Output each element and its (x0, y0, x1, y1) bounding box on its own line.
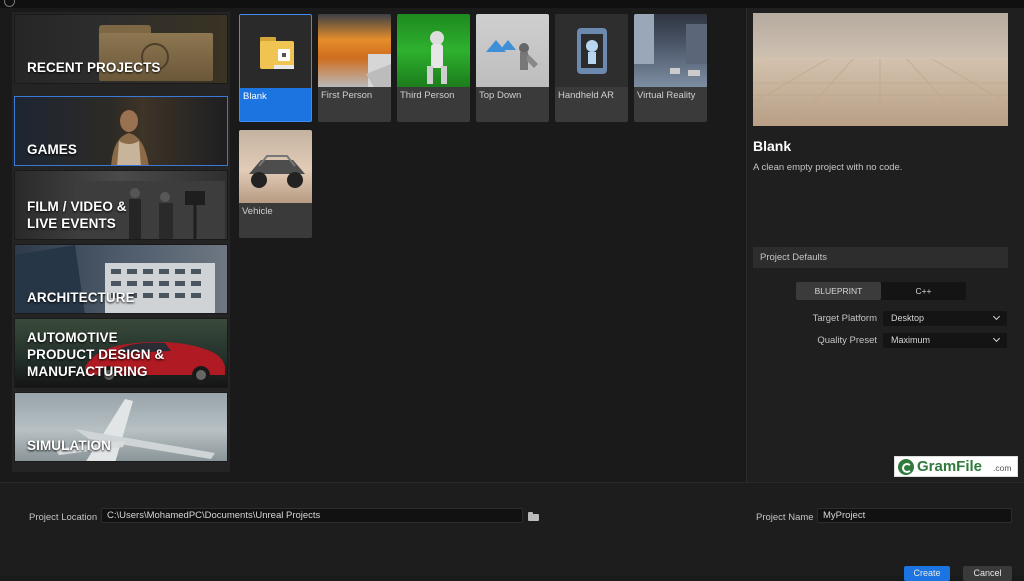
watermark-text: GramFile (917, 458, 983, 475)
bottom-bar: Project Location C:\Users\MohamedPC\Docu… (0, 482, 1024, 581)
details-panel: Blank A clean empty project with no code… (746, 8, 1024, 482)
template-preview-image (753, 13, 1008, 126)
create-button[interactable]: Create (904, 566, 950, 581)
template-tile-vehicle[interactable]: Vehicle (239, 130, 312, 238)
template-name: First Person (321, 90, 373, 101)
category-label: AUTOMOTIVE PRODUCT DESIGN & MANUFACTURIN… (27, 330, 165, 379)
category-recent-projects[interactable]: RECENT PROJECTS (14, 14, 228, 84)
template-name: Third Person (400, 90, 455, 101)
watermark-suffix: .com (993, 463, 1012, 473)
language-toggle: BLUEPRINT C++ (796, 282, 966, 300)
project-defaults-header: Project Defaults (753, 247, 1008, 268)
watermark-icon (898, 459, 914, 475)
category-games[interactable]: GAMES (14, 96, 228, 166)
category-automotive[interactable]: AUTOMOTIVE PRODUCT DESIGN & MANUFACTURIN… (14, 318, 228, 388)
target-platform-label: Target Platform (812, 313, 877, 324)
template-tile-third-person[interactable]: Third Person (397, 14, 470, 122)
vehicle-image (249, 155, 305, 188)
category-panel: RECENT PROJECTS GAMES FILM / VIDEO & LIV… (12, 12, 230, 472)
quality-preset-label: Quality Preset (817, 335, 877, 346)
target-platform-value: Desktop (891, 313, 925, 323)
browse-folder-icon[interactable] (528, 512, 539, 521)
template-tile-first-person[interactable]: First Person (318, 14, 391, 122)
project-location-label: Project Location (29, 512, 98, 523)
template-tile-virtual-reality[interactable]: Virtual Reality (634, 14, 707, 122)
template-description: A clean empty project with no code. (753, 162, 903, 173)
template-tile-handheld-ar[interactable]: Handheld AR (555, 14, 628, 122)
category-label: RECENT PROJECTS (27, 60, 161, 75)
watermark-logo: GramFile .com (894, 456, 1018, 477)
category-label: FILM / VIDEO & LIVE EVENTS (27, 199, 127, 231)
project-name-value: MyProject (823, 510, 866, 521)
blank-folder-icon (260, 37, 294, 69)
quality-preset-dropdown[interactable]: Maximum (883, 333, 1007, 348)
category-label: ARCHITECTURE (27, 290, 135, 305)
project-name-input[interactable]: MyProject (817, 508, 1012, 523)
project-name-label: Project Name (756, 512, 814, 523)
phone-icon (577, 28, 607, 74)
category-label: SIMULATION (27, 438, 111, 453)
blueprint-option[interactable]: BLUEPRINT (796, 282, 881, 300)
title-bar (0, 0, 1024, 8)
cancel-button[interactable]: Cancel (963, 566, 1012, 581)
project-location-input[interactable]: C:\Users\MohamedPC\Documents\Unreal Proj… (101, 508, 523, 523)
chevron-down-icon (992, 334, 1001, 343)
template-name: Virtual Reality (637, 90, 696, 101)
category-simulation[interactable]: SIMULATION (14, 392, 228, 462)
template-name: Blank (243, 91, 267, 102)
app-logo-icon (4, 0, 15, 7)
template-name: Handheld AR (558, 90, 614, 101)
quality-preset-value: Maximum (891, 335, 931, 345)
chevron-down-icon (992, 312, 1001, 321)
category-film[interactable]: FILM / VIDEO & LIVE EVENTS (14, 170, 228, 240)
category-architecture[interactable]: ARCHITECTURE (14, 244, 228, 314)
cpp-option[interactable]: C++ (881, 282, 966, 300)
template-tile-top-down[interactable]: Top Down (476, 14, 549, 122)
template-name: Top Down (479, 90, 522, 101)
template-title: Blank (753, 138, 792, 154)
project-location-value: C:\Users\MohamedPC\Documents\Unreal Proj… (107, 510, 321, 521)
target-platform-dropdown[interactable]: Desktop (883, 311, 1007, 326)
template-name: Vehicle (242, 206, 273, 217)
category-label: GAMES (27, 142, 78, 157)
template-tile-blank[interactable]: Blank (239, 14, 312, 122)
